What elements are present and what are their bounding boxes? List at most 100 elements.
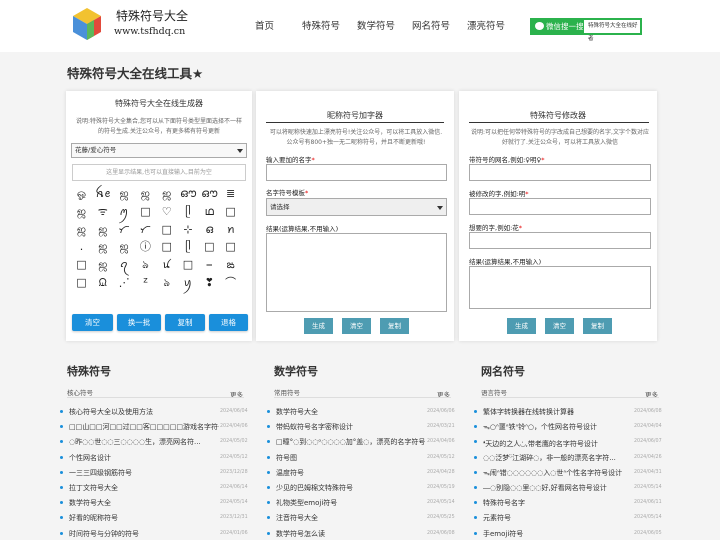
article-link[interactable]: ᯓ闹ᐢ错◌◌◌◌◌◌入◌世ᐢ个性名字符号设计: [483, 468, 622, 478]
symbol-cell[interactable]: □: [137, 204, 154, 219]
symbol-cell[interactable]: ഔ: [180, 186, 197, 201]
article-link[interactable]: 手emoji符号: [483, 529, 523, 539]
symbol-cell[interactable]: ᥫ: [180, 204, 197, 219]
symbol-cell[interactable]: ஜ: [116, 186, 133, 201]
symbol-cell[interactable]: ꫝꫀ: [94, 186, 111, 201]
generate-button[interactable]: 生成: [304, 318, 333, 334]
article-link[interactable]: □□山□□河□□过□□客□□□□□游戏名字符号: [69, 422, 219, 432]
symbol-cell[interactable]: .: [73, 239, 90, 254]
clear-button[interactable]: 清空: [545, 318, 574, 334]
site-title[interactable]: 特殊符号大全: [116, 7, 188, 24]
symbol-cell[interactable]: ⋰: [116, 275, 133, 290]
symbol-cell[interactable]: ꪀ: [222, 222, 239, 237]
copy-button[interactable]: 复制: [165, 314, 205, 331]
article-link[interactable]: 元素符号: [483, 513, 511, 523]
symbol-type-select[interactable]: 花藤/爱心符号: [71, 143, 247, 158]
symbol-cell[interactable]: □: [158, 239, 175, 254]
backspace-button[interactable]: 退格: [209, 314, 248, 331]
article-link[interactable]: 礼物类型emoji符号: [276, 498, 337, 508]
nav-pretty-symbols[interactable]: 漂亮符号: [467, 18, 505, 32]
article-link[interactable]: 个性网名设计: [69, 453, 111, 463]
article-link[interactable]: ❛ᡃ天边的之人◟ᡃ◞,带老鹰的名字符号设计: [483, 437, 598, 449]
symbol-cell[interactable]: ᜆ: [116, 222, 133, 237]
symbol-cell[interactable]: ⎯: [201, 257, 218, 272]
symbol-cell[interactable]: ഒ: [201, 222, 218, 237]
symbol-cell[interactable]: □: [222, 239, 239, 254]
article-link[interactable]: 繁体字转换器在线转换计算器: [483, 407, 574, 417]
wechat-search-button[interactable]: 微信搜一搜 特殊符号大全在线好者: [530, 18, 642, 42]
article-link[interactable]: □瞳°◌到◌◌ᵒ◌◌◌◌加°盖◌，漂亮的名字符号: [276, 437, 425, 447]
article-link[interactable]: ᯓ○ᐢ噩ᐢ铁ᐢ铃ᐢ○，个性网名符号设计: [483, 422, 597, 432]
article-link[interactable]: 少见的巴姆棉文特殊符号: [276, 483, 353, 493]
symbol-cell[interactable]: ꪙ: [158, 257, 175, 272]
symbol-cell[interactable]: ⊹: [180, 222, 197, 237]
symbol-cell[interactable]: □: [73, 257, 90, 272]
symbol-cell[interactable]: ঌ: [158, 275, 175, 290]
symbol-cell[interactable]: ≣: [222, 186, 239, 201]
article-link[interactable]: 一三三四级钢筋符号: [69, 468, 132, 478]
nav-special-symbols[interactable]: 特殊符号: [302, 18, 340, 32]
copy-button[interactable]: 复制: [380, 318, 409, 334]
symbol-cell[interactable]: ꪖ: [116, 257, 133, 272]
symbol-cell[interactable]: ஜ: [73, 222, 90, 237]
nav-home[interactable]: 首页: [255, 18, 274, 32]
symbol-cell[interactable]: ஜ: [137, 186, 154, 201]
symbol-cell[interactable]: ᙉ: [94, 275, 111, 290]
symbol-cell[interactable]: ᜆ: [137, 222, 154, 237]
symbol-cell[interactable]: □: [222, 204, 239, 219]
symbol-cell[interactable]: ⌒: [222, 275, 239, 290]
template-select[interactable]: 请选择: [266, 198, 447, 216]
symbol-cell[interactable]: ఙ: [222, 257, 239, 272]
article-link[interactable]: 数学符号怎么读: [276, 529, 325, 539]
symbol-cell[interactable]: ஜ: [94, 239, 111, 254]
symbol-cell[interactable]: ᥫ: [180, 239, 197, 254]
article-link[interactable]: 好看的昵称符号: [69, 513, 118, 523]
symbol-cell[interactable]: ஜ: [94, 222, 111, 237]
symbol-cell[interactable]: □: [201, 239, 218, 254]
clear-button[interactable]: 清空: [72, 314, 113, 331]
modify-char-input[interactable]: [469, 198, 651, 215]
result-textarea[interactable]: [266, 233, 447, 312]
generate-button[interactable]: 生成: [507, 318, 536, 334]
site-url[interactable]: www.tsfhdq.cn: [114, 26, 185, 37]
symbol-cell[interactable]: ஜ: [116, 239, 133, 254]
want-char-input[interactable]: [469, 232, 651, 249]
symbol-cell[interactable]: ஜ: [73, 204, 90, 219]
result-display-input[interactable]: 这里显示结果,也可以直接输入,目前为空: [72, 164, 246, 181]
article-link[interactable]: 温度符号: [276, 468, 304, 478]
name-input[interactable]: [266, 164, 447, 181]
symbol-cell[interactable]: ᙆ: [137, 275, 154, 290]
article-link[interactable]: 特殊符号名字: [483, 498, 525, 508]
symbol-cell[interactable]: ഔ: [201, 186, 218, 201]
article-link[interactable]: 数学符号大全: [69, 498, 111, 508]
symbol-cell[interactable]: ஓ: [73, 186, 90, 201]
symbol-cell[interactable]: ᯤ: [94, 204, 111, 219]
symbol-cell[interactable]: ஜ: [158, 186, 175, 201]
symbol-cell[interactable]: ♡: [158, 204, 175, 219]
symbol-cell[interactable]: ❣: [201, 275, 218, 290]
article-link[interactable]: 核心符号大全以及使用方法: [69, 407, 153, 417]
article-link[interactable]: 带蚂蚁符号名字密称设计: [276, 422, 353, 432]
article-link[interactable]: 数学符号大全: [276, 407, 318, 417]
article-link[interactable]: ◌昨◌◌世◌◌三◌◌◌◌生，漂亮网名符...: [69, 437, 201, 447]
symbol-cell[interactable]: ঌ: [137, 257, 154, 272]
nav-math-symbols[interactable]: 数学符号: [357, 18, 395, 32]
article-link[interactable]: 拉丁文符号大全: [69, 483, 118, 493]
nav-nickname-symbols[interactable]: 网名符号: [412, 18, 450, 32]
symbol-cell[interactable]: ⓘ: [137, 239, 154, 254]
symbol-cell[interactable]: ஜ: [94, 257, 111, 272]
article-link[interactable]: 符号图: [276, 453, 297, 463]
symbol-cell[interactable]: □: [158, 222, 175, 237]
symbol-cell[interactable]: ഥ: [201, 204, 218, 219]
result-textarea[interactable]: [469, 266, 651, 309]
symbol-cell[interactable]: □: [73, 275, 90, 290]
article-link[interactable]: ◌◌泛梦ᵕ̈江湖碎◌，非一般的漂亮名字符...: [483, 453, 616, 463]
article-link[interactable]: 注音符号大全: [276, 513, 318, 523]
symbol-name-input[interactable]: [469, 164, 651, 181]
symbol-cell[interactable]: ꪑ: [116, 204, 133, 219]
copy-button[interactable]: 复制: [583, 318, 612, 334]
symbol-cell[interactable]: □: [180, 257, 197, 272]
article-link[interactable]: ⎯⎯◌别隐◌◌里◌◌好,好看网名符号设计: [483, 483, 607, 493]
cube-logo-icon[interactable]: [72, 7, 102, 41]
clear-button[interactable]: 清空: [342, 318, 371, 334]
